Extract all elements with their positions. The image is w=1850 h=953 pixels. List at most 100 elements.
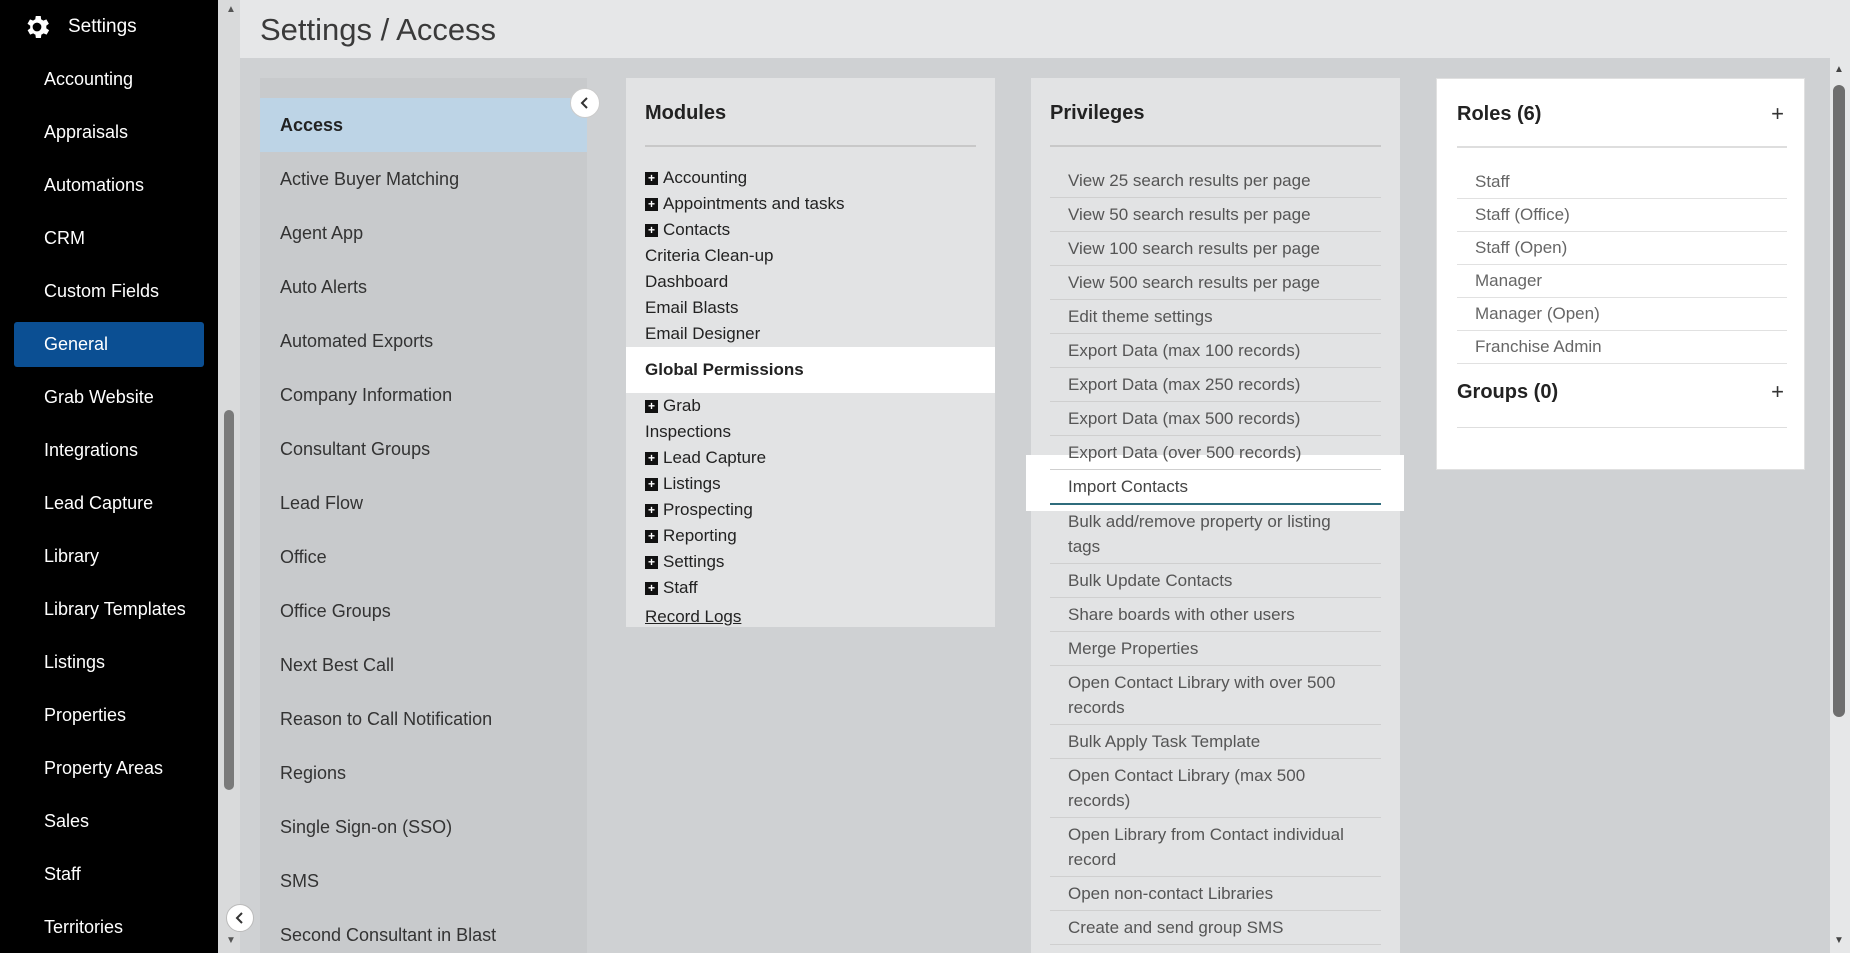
settings-item-consultant-groups[interactable]: Consultant Groups — [260, 422, 587, 476]
sidebar-item-properties[interactable]: Properties — [0, 689, 218, 742]
privilege-item-bulk-add-remove-property-or-listing-tags[interactable]: Bulk add/remove property or listing tags — [1050, 505, 1381, 564]
role-item-staff[interactable]: Staff — [1457, 166, 1787, 199]
scroll-down-arrow-icon[interactable]: ▼ — [226, 935, 236, 946]
module-item-accounting[interactable]: + Accounting — [626, 165, 995, 191]
module-item-record-logs[interactable]: Record Logs — [626, 604, 995, 630]
module-item-email-designer[interactable]: Email Designer — [626, 321, 995, 347]
add-group-button[interactable]: + — [1771, 379, 1784, 405]
privilege-item-export-data-max-100-records[interactable]: Export Data (max 100 records) — [1050, 334, 1381, 368]
expand-plus-icon[interactable]: + — [645, 477, 658, 491]
expand-plus-icon[interactable]: + — [645, 555, 658, 569]
expand-plus-icon[interactable]: + — [645, 399, 658, 413]
collapse-sidebar-button[interactable] — [226, 904, 254, 932]
privilege-item-view-50-search-results-per-page[interactable]: View 50 search results per page — [1050, 198, 1381, 232]
sidebar-item-crm[interactable]: CRM — [0, 212, 218, 265]
module-item-appointments-and-tasks[interactable]: + Appointments and tasks — [626, 191, 995, 217]
settings-item-automated-exports[interactable]: Automated Exports — [260, 314, 587, 368]
module-item-staff[interactable]: + Staff — [626, 575, 995, 601]
module-item-email-blasts[interactable]: Email Blasts — [626, 295, 995, 321]
collapse-list-button[interactable] — [570, 88, 600, 118]
privilege-item-open-non-contact-libraries[interactable]: Open non-contact Libraries — [1050, 877, 1381, 911]
sidebar-item-property-areas[interactable]: Property Areas — [0, 742, 218, 795]
module-item-inspections[interactable]: Inspections — [626, 419, 995, 445]
privilege-item-export-data-max-250-records[interactable]: Export Data (max 250 records) — [1050, 368, 1381, 402]
sidebar-item-library-templates[interactable]: Library Templates — [0, 583, 218, 636]
role-item-staff-open[interactable]: Staff (Open) — [1457, 232, 1787, 265]
module-item-grab[interactable]: + Grab — [626, 393, 995, 419]
expand-plus-icon[interactable]: + — [645, 529, 658, 543]
privilege-item-bulk-apply-task-template[interactable]: Bulk Apply Task Template — [1050, 725, 1381, 759]
expand-plus-icon[interactable]: + — [645, 197, 658, 211]
privilege-item-view-500-search-results-per-page[interactable]: View 500 search results per page — [1050, 266, 1381, 300]
settings-item-active-buyer-matching[interactable]: Active Buyer Matching — [260, 152, 587, 206]
sidebar-scrollbar-thumb[interactable] — [224, 410, 234, 790]
module-item-listings[interactable]: + Listings — [626, 471, 995, 497]
settings-item-regions[interactable]: Regions — [260, 746, 587, 800]
privilege-item-open-contact-library-max-500-records[interactable]: Open Contact Library (max 500 records) — [1050, 759, 1381, 818]
expand-plus-icon[interactable]: + — [645, 503, 658, 517]
privilege-item-create-and-send-group-sms[interactable]: Create and send group SMS — [1050, 911, 1381, 945]
privilege-item-view-100-search-results-per-page[interactable]: View 100 search results per page — [1050, 232, 1381, 266]
sidebar-item-territories[interactable]: Territories — [0, 901, 218, 953]
sidebar-item-lead-capture[interactable]: Lead Capture — [0, 477, 218, 530]
scroll-up-arrow-icon[interactable]: ▲ — [226, 4, 236, 15]
privilege-item-export-data-over-500-records[interactable]: Export Data (over 500 records) — [1050, 436, 1381, 470]
settings-item-agent-app[interactable]: Agent App — [260, 206, 587, 260]
settings-item-office[interactable]: Office — [260, 530, 587, 584]
settings-item-single-sign-on-sso[interactable]: Single Sign-on (SSO) — [260, 800, 587, 854]
sidebar-item-custom-fields[interactable]: Custom Fields — [0, 265, 218, 318]
role-item-manager[interactable]: Manager — [1457, 265, 1787, 298]
module-item-dashboard[interactable]: Dashboard — [626, 269, 995, 295]
sidebar-item-appraisals[interactable]: Appraisals — [0, 106, 218, 159]
settings-item-sms[interactable]: SMS — [260, 854, 587, 908]
role-item-manager-open[interactable]: Manager (Open) — [1457, 298, 1787, 331]
sidebar-item-staff[interactable]: Staff — [0, 848, 218, 901]
settings-item-company-information[interactable]: Company Information — [260, 368, 587, 422]
add-role-button[interactable]: + — [1771, 101, 1784, 127]
sidebar-item-accounting[interactable]: Accounting — [0, 53, 218, 106]
expand-plus-icon[interactable]: + — [645, 171, 658, 185]
privilege-item-merge-properties[interactable]: Merge Properties — [1050, 632, 1381, 666]
module-item-reporting[interactable]: + Reporting — [626, 523, 995, 549]
privilege-item-import-contacts[interactable]: Import Contacts — [1050, 470, 1381, 505]
role-item-staff-office[interactable]: Staff (Office) — [1457, 199, 1787, 232]
module-item-contacts[interactable]: + Contacts — [626, 217, 995, 243]
expand-plus-icon[interactable]: + — [645, 451, 658, 465]
page-scroll-up-arrow-icon[interactable]: ▲ — [1834, 64, 1844, 75]
sidebar-item-general[interactable]: General — [14, 322, 204, 367]
page-scroll-down-arrow-icon[interactable]: ▼ — [1834, 935, 1844, 946]
sidebar-item-library[interactable]: Library — [0, 530, 218, 583]
sidebar-item-integrations[interactable]: Integrations — [0, 424, 218, 477]
role-item-franchise-admin[interactable]: Franchise Admin — [1457, 331, 1787, 364]
page-scrollbar-thumb[interactable] — [1833, 85, 1845, 717]
sidebar-item-listings[interactable]: Listings — [0, 636, 218, 689]
modules-divider — [645, 145, 976, 147]
sidebar-header[interactable]: Settings — [22, 10, 137, 44]
privilege-item-bulk-update-contacts[interactable]: Bulk Update Contacts — [1050, 564, 1381, 598]
module-item-criteria-clean-up[interactable]: Criteria Clean-up — [626, 243, 995, 269]
module-item-prospecting[interactable]: + Prospecting — [626, 497, 995, 523]
module-item-global-permissions[interactable]: Global Permissions — [626, 347, 995, 393]
privilege-item-view-25-search-results-per-page[interactable]: View 25 search results per page — [1050, 164, 1381, 198]
privilege-item-open-contact-library-with-over-500-records[interactable]: Open Contact Library with over 500 recor… — [1050, 666, 1381, 725]
module-item-settings[interactable]: + Settings — [626, 549, 995, 575]
sidebar-item-sales[interactable]: Sales — [0, 795, 218, 848]
settings-item-auto-alerts[interactable]: Auto Alerts — [260, 260, 587, 314]
settings-item-reason-to-call-notification[interactable]: Reason to Call Notification — [260, 692, 587, 746]
sidebar-item-automations[interactable]: Automations — [0, 159, 218, 212]
settings-item-lead-flow[interactable]: Lead Flow — [260, 476, 587, 530]
module-item-lead-capture[interactable]: + Lead Capture — [626, 445, 995, 471]
privilege-item-bulk-email-contacts[interactable]: Bulk Email Contacts — [1050, 945, 1381, 953]
privilege-item-open-library-from-contact-individual-record[interactable]: Open Library from Contact individual rec… — [1050, 818, 1381, 877]
sidebar-item-grab-website[interactable]: Grab Website — [0, 371, 218, 424]
privilege-item-export-data-max-500-records[interactable]: Export Data (max 500 records) — [1050, 402, 1381, 436]
settings-item-office-groups[interactable]: Office Groups — [260, 584, 587, 638]
privilege-item-edit-theme-settings[interactable]: Edit theme settings — [1050, 300, 1381, 334]
settings-item-next-best-call[interactable]: Next Best Call — [260, 638, 587, 692]
settings-item-second-consultant-in-blast[interactable]: Second Consultant in Blast — [260, 908, 587, 953]
modules-panel: Modules + Accounting + Appointments and tas… — [626, 78, 995, 627]
expand-plus-icon[interactable]: + — [645, 223, 658, 237]
settings-item-access[interactable]: Access — [260, 98, 587, 152]
privilege-item-share-boards-with-other-users[interactable]: Share boards with other users — [1050, 598, 1381, 632]
expand-plus-icon[interactable]: + — [645, 581, 658, 595]
